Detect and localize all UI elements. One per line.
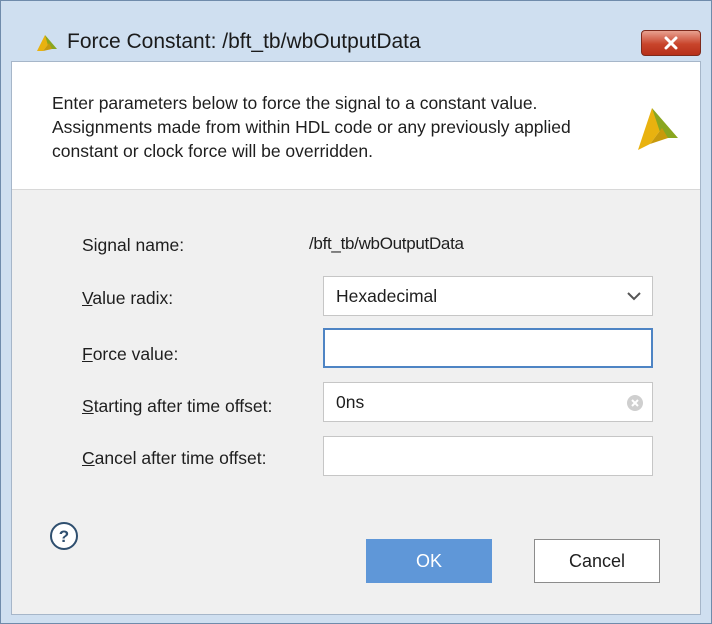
help-icon: ? [50,522,78,550]
cancel-offset-input[interactable] [323,436,653,476]
dialog-body: Enter parameters below to force the sign… [11,61,701,615]
force-value-input[interactable] [323,328,653,368]
vivado-logo-icon [638,108,678,150]
description-banner: Enter parameters below to force the sign… [12,62,700,190]
start-offset-text: 0ns [336,392,365,412]
help-button[interactable]: ? [49,521,79,556]
svg-text:?: ? [59,527,69,546]
close-icon [664,36,678,50]
window-title: Force Constant: /bft_tb/wbOutputData [67,30,421,53]
cancel-offset-label: Cancel after time offset: [82,448,267,468]
value-radix-select[interactable]: Hexadecimal [323,276,653,316]
force-value-label: Force value: [82,344,179,364]
value-radix-label: Value radix: [82,288,174,308]
signal-name-label: Signal name: [82,235,185,255]
description-text: Enter parameters below to force the sign… [52,93,571,161]
cancel-button[interactable]: Cancel [534,539,660,583]
value-radix-selected: Hexadecimal [336,286,438,306]
start-offset-label: Starting after time offset: [82,396,273,416]
start-offset-input[interactable]: 0ns [323,382,653,422]
title-bar[interactable]: Force Constant: /bft_tb/wbOutputData [1,1,711,61]
chevron-down-icon [627,292,641,301]
ok-button[interactable]: OK [366,539,492,583]
clear-icon[interactable] [626,394,644,412]
vivado-logo-icon [37,35,57,51]
force-constant-dialog: Force Constant: /bft_tb/wbOutputData Ent… [0,0,712,624]
close-button[interactable] [641,30,701,56]
signal-name-value: /bft_tb/wbOutputData [309,234,464,253]
